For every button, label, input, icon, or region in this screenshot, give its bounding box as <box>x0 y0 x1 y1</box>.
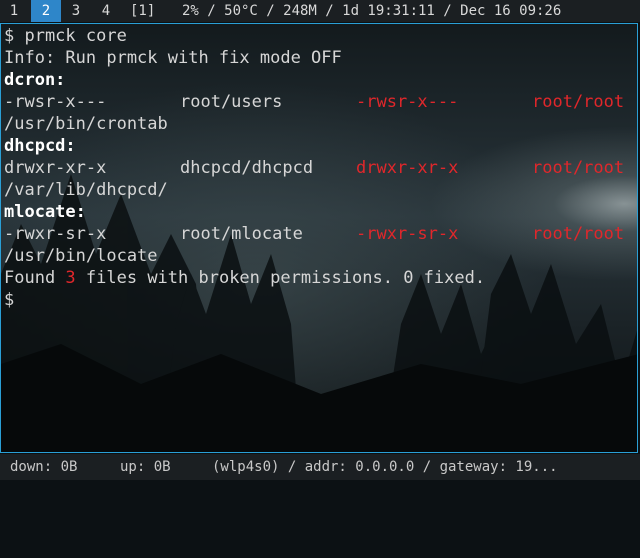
permission-row: -rwxr-sr-x root/mlocate -rwxr-sr-x root/… <box>4 223 636 245</box>
shell-prompt[interactable]: $ <box>4 289 14 311</box>
command-line: $ prmck core <box>4 26 127 46</box>
permission-row: drwxr-xr-x dhcpcd/dhcpcd drwxr-xr-x root… <box>4 157 636 179</box>
current-perm: drwxr-xr-x <box>4 158 107 178</box>
expected-owner: root/root <box>532 224 625 244</box>
package-name: mlocate: <box>4 202 86 222</box>
package-name: dcron: <box>4 70 66 90</box>
expected-owner: root/root <box>532 92 625 112</box>
system-status: 2% / 50°C / 248M / 1d 19:31:11 / Dec 16 … <box>182 3 562 19</box>
package-name: dhcpcd: <box>4 136 76 156</box>
workspace-2[interactable]: 2 <box>31 0 61 22</box>
expected-owner: root/root <box>532 158 625 178</box>
current-owner: root/mlocate <box>180 224 303 244</box>
workspace-3[interactable]: 3 <box>66 0 86 22</box>
window-count: [1] <box>130 3 156 19</box>
file-path: /var/lib/dhcpcd/ <box>4 180 168 200</box>
file-path: /usr/bin/crontab <box>4 114 168 134</box>
current-owner: dhcpcd/dhcpcd <box>180 158 314 178</box>
expected-perm: -rwsr-x--- <box>356 92 459 112</box>
current-owner: root/users <box>180 92 283 112</box>
workspace-4[interactable]: 4 <box>96 0 116 22</box>
permission-row: -rwsr-x--- root/users -rwsr-x--- root/ro… <box>4 91 636 113</box>
summary-line: Found 3 files with broken permissions. 0… <box>4 267 485 289</box>
expected-perm: drwxr-xr-x <box>356 158 459 178</box>
bottom-status-bar: down: 0B up: 0B (wlp4s0) / addr: 0.0.0.0… <box>0 454 640 480</box>
net-down: down: 0B <box>10 459 78 475</box>
net-interface: (wlp4s0) / addr: 0.0.0.0 / gateway: 19..… <box>212 459 558 475</box>
info-line: Info: Run prmck with fix mode OFF <box>4 48 342 68</box>
file-path: /usr/bin/locate <box>4 246 158 266</box>
expected-perm: -rwxr-sr-x <box>356 224 459 244</box>
broken-count: 3 <box>65 268 76 288</box>
top-status-bar: 1 2 3 4 [1] 2% / 50°C / 248M / 1d 19:31:… <box>0 0 640 22</box>
workspace-1[interactable]: 1 <box>4 0 24 22</box>
current-perm: -rwxr-sr-x <box>4 224 107 244</box>
net-up: up: 0B <box>120 459 171 475</box>
terminal-window[interactable]: $ prmck core Info: Run prmck with fix mo… <box>0 23 638 453</box>
summary-prefix: Found <box>4 268 66 288</box>
summary-suffix: files with broken permissions. 0 fixed. <box>75 268 486 288</box>
current-perm: -rwsr-x--- <box>4 92 107 112</box>
